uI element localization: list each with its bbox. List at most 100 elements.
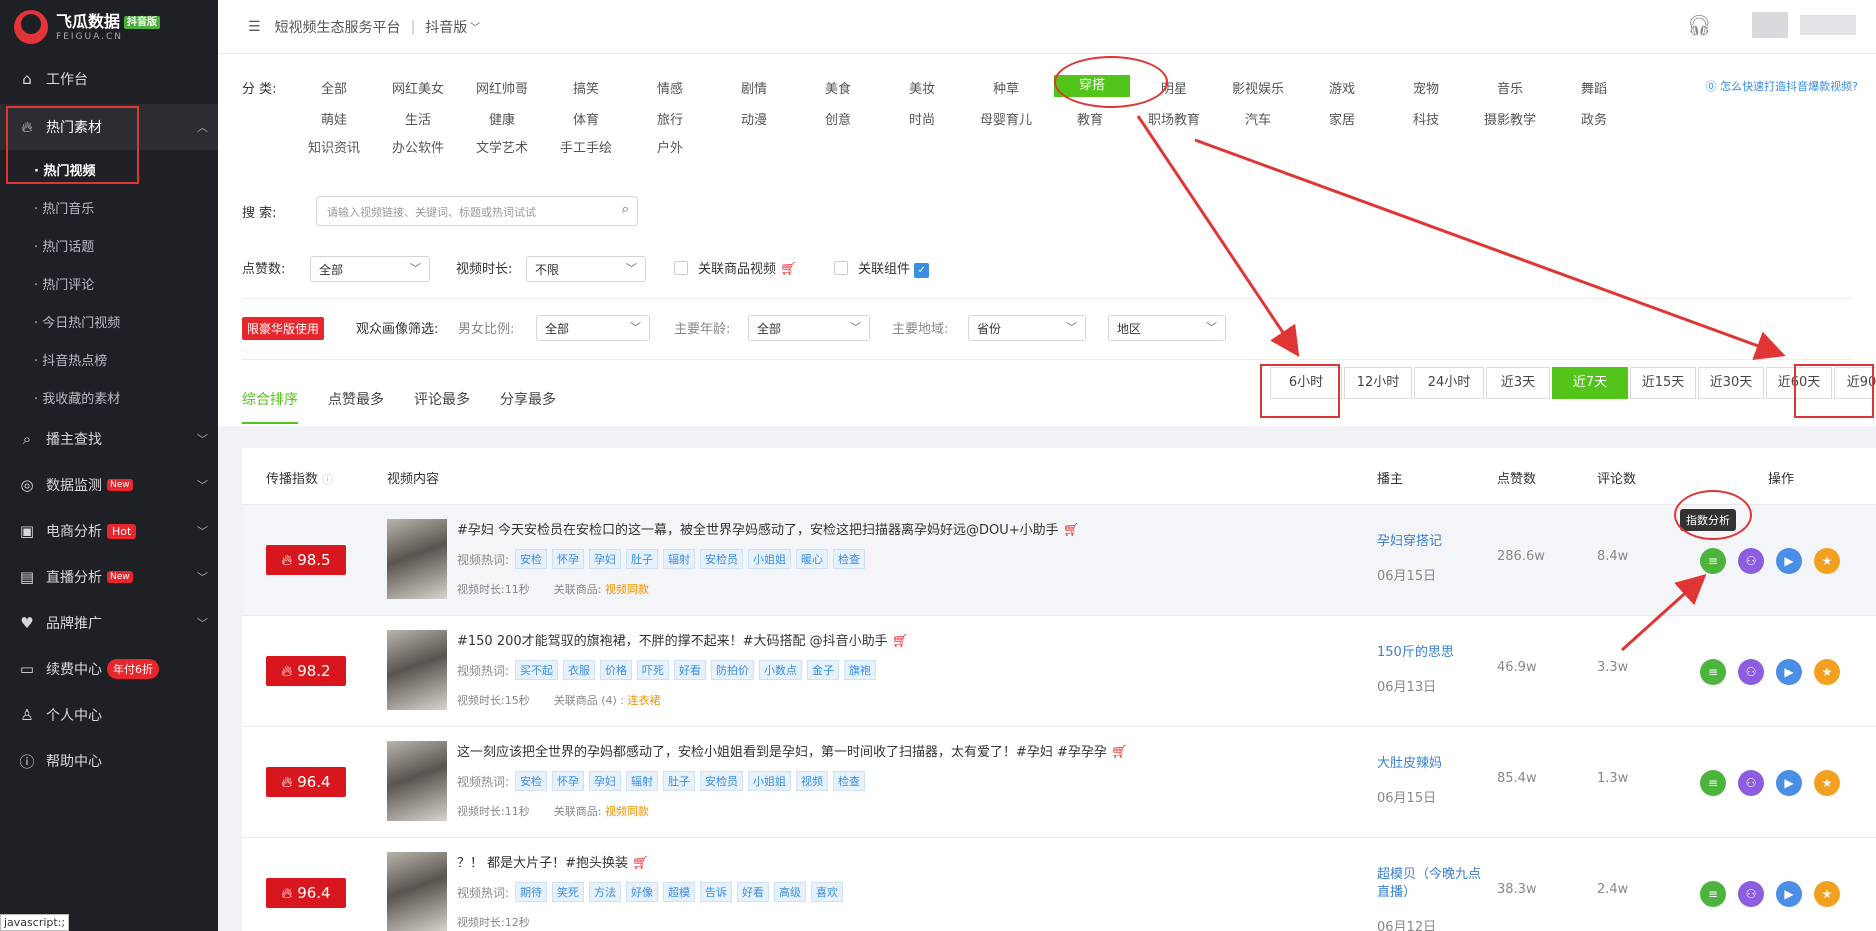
video-title[interactable]: #150 200才能驾驭的旗袍裙，不胖的撑不起来！#大码搭配 @抖音小助手 🛒︎ — [457, 630, 908, 649]
table-row[interactable]: 🔥︎ 98.5 #孕妇 今天安检员在安检口的这一幕，被全世界孕妈感动了，安检这把扫… — [242, 504, 1876, 615]
category-1-4[interactable]: 搞笑 — [550, 78, 622, 97]
sidebar-item-ecommerce[interactable]: ▣ 电商分析 Hot ﹀ — [0, 508, 218, 554]
sidebar-subitem-hot-music[interactable]: · 热门音乐 — [0, 188, 218, 226]
sidebar-subitem-hot-topic[interactable]: · 热门话题 — [0, 226, 218, 264]
keyword-tag[interactable]: 好看 — [737, 882, 770, 902]
search-icon[interactable]: ⌕ — [622, 202, 629, 217]
video-title[interactable]: 这一刻应该把全世界的孕妈都感动了，安检小姐姐看到是孕妇，第一时间收了扫描器，太有… — [457, 741, 1128, 760]
category-1-13[interactable]: 游戏 — [1306, 78, 1378, 97]
category-2-9[interactable]: 母婴育儿 — [970, 109, 1042, 128]
keyword-tag[interactable]: 检查 — [833, 771, 866, 791]
category-1-6[interactable]: 剧情 — [718, 78, 790, 97]
keyword-tag[interactable]: 期待 — [515, 882, 548, 902]
table-row[interactable]: 🔥︎ 96.4 这一刻应该把全世界的孕妈都感动了，安检小姐姐看到是孕妇，第一时间收… — [242, 726, 1876, 837]
keyword-tag[interactable]: 超模 — [663, 882, 696, 902]
sidebar-item-renewal[interactable]: ▭ 续费中心 年付6折 — [0, 646, 218, 692]
keyword-tag[interactable]: 小数点 — [759, 660, 803, 680]
keyword-tag[interactable]: 买不起 — [515, 660, 559, 680]
avatar[interactable] — [1752, 12, 1788, 38]
play-button[interactable]: ▶ — [1776, 881, 1802, 907]
keyword-tag[interactable]: 方法 — [589, 882, 622, 902]
category-1-12[interactable]: 影视娱乐 — [1222, 78, 1294, 97]
category-1-15[interactable]: 音乐 — [1474, 78, 1546, 97]
video-thumbnail[interactable] — [387, 630, 447, 710]
video-title[interactable]: ？！ 都是大片子！#抱头换装 🛒︎ — [457, 852, 649, 871]
category-2-5[interactable]: 旅行 — [634, 109, 706, 128]
video-thumbnail[interactable] — [387, 852, 447, 931]
sidebar-item-personal[interactable]: ♙ 个人中心 — [0, 692, 218, 738]
category-2-11[interactable]: 职场教育 — [1138, 109, 1210, 128]
play-button[interactable]: ▶ — [1776, 659, 1802, 685]
category-1-5[interactable]: 情感 — [634, 78, 706, 97]
category-1-3[interactable]: 网红帅哥 — [466, 78, 538, 97]
play-button[interactable]: ▶ — [1776, 548, 1802, 574]
video-title[interactable]: #孕妇 今天安检员在安检口的这一幕，被全世界孕妈感动了，安检这把扫描器离孕妈好远… — [457, 519, 1079, 538]
category-2-15[interactable]: 摄影教学 — [1474, 109, 1546, 128]
sidebar-item-data-monitor[interactable]: ◎ 数据监测 New ﹀ — [0, 462, 218, 508]
user-name[interactable] — [1800, 15, 1856, 35]
video-thumbnail[interactable] — [387, 741, 447, 821]
sidebar-item-live-analysis[interactable]: ▤ 直播分析 New ﹀ — [0, 554, 218, 600]
keyword-tag[interactable]: 肚子 — [663, 771, 696, 791]
audience-button[interactable]: ⚇ — [1738, 659, 1764, 685]
keyword-tag[interactable]: 怀孕 — [552, 771, 585, 791]
tab-most-comments[interactable]: 评论最多 — [414, 389, 470, 409]
sidebar-subitem-my-favorites[interactable]: · 我收藏的素材 — [0, 378, 218, 416]
keyword-tag[interactable]: 笑死 — [552, 882, 585, 902]
goods-link[interactable]: 视频同款 — [605, 583, 649, 596]
category-2-13[interactable]: 家居 — [1306, 109, 1378, 128]
keyword-tag[interactable]: 喜欢 — [811, 882, 844, 902]
duration-select[interactable]: 不限 ﹀ — [526, 256, 646, 282]
sidebar-item-workbench[interactable]: ⌂ 工作台 — [0, 54, 218, 104]
category-2-16[interactable]: 政务 — [1558, 109, 1630, 128]
index-analysis-button[interactable]: ≡ — [1700, 659, 1726, 685]
author-link[interactable]: 孕妇穿搭记 — [1377, 533, 1487, 551]
author-link[interactable]: 大肚皮辣妈 — [1377, 755, 1487, 773]
play-button[interactable]: ▶ — [1776, 770, 1802, 796]
keyword-tag[interactable]: 孕妇 — [589, 771, 622, 791]
index-analysis-button[interactable]: ≡ — [1700, 548, 1726, 574]
category-2-7[interactable]: 创意 — [802, 109, 874, 128]
keyword-tag[interactable]: 安检 — [515, 549, 548, 569]
keyword-tag[interactable]: 小姐姐 — [748, 771, 792, 791]
keyword-tag[interactable]: 好看 — [674, 660, 707, 680]
sidebar-subitem-douyin-hotlist[interactable]: · 抖音热点榜 — [0, 340, 218, 378]
category-3-3[interactable]: 文学艺术 — [466, 137, 538, 156]
category-1-16[interactable]: 舞蹈 — [1558, 78, 1630, 97]
category-2-3[interactable]: 健康 — [466, 109, 538, 128]
keyword-tag[interactable]: 小姐姐 — [748, 549, 792, 569]
category-1-9[interactable]: 种草 — [970, 78, 1042, 97]
age-select[interactable]: 全部 ﹀ — [748, 315, 870, 341]
category-2-4[interactable]: 体育 — [550, 109, 622, 128]
author-link[interactable]: 超模贝（今晚九点直播） — [1377, 866, 1487, 902]
category-3-2[interactable]: 办公软件 — [382, 137, 454, 156]
category-2-14[interactable]: 科技 — [1390, 109, 1462, 128]
keyword-tag[interactable]: 辐射 — [626, 771, 659, 791]
keyword-tag[interactable]: 安检员 — [700, 549, 744, 569]
category-1-1[interactable]: 全部 — [298, 78, 370, 97]
audience-button[interactable]: ⚇ — [1738, 881, 1764, 907]
video-thumbnail[interactable] — [387, 519, 447, 599]
favorite-button[interactable]: ★ — [1814, 548, 1840, 574]
keyword-tag[interactable]: 价格 — [600, 660, 633, 680]
category-2-10[interactable]: 教育 — [1054, 109, 1126, 128]
sidebar-subitem-today-hot[interactable]: · 今日热门视频 — [0, 302, 218, 340]
goods-link[interactable]: 连衣裙 — [628, 694, 661, 707]
time-range-button[interactable]: 近30天 — [1698, 367, 1764, 399]
tab-most-shares[interactable]: 分享最多 — [500, 389, 556, 409]
keyword-tag[interactable]: 安检 — [515, 771, 548, 791]
audience-button[interactable]: ⚇ — [1738, 770, 1764, 796]
category-1-8[interactable]: 美妆 — [886, 78, 958, 97]
time-range-button[interactable]: 12小时 — [1344, 367, 1412, 399]
keyword-tag[interactable]: 旗袍 — [844, 660, 877, 680]
keyword-tag[interactable]: 孕妇 — [589, 549, 622, 569]
category-2-2[interactable]: 生活 — [382, 109, 454, 128]
category-2-8[interactable]: 时尚 — [886, 109, 958, 128]
likes-select[interactable]: 全部 ﹀ — [310, 256, 430, 282]
keyword-tag[interactable]: 高级 — [774, 882, 807, 902]
time-range-button[interactable]: 24小时 — [1414, 367, 1484, 399]
keyword-tag[interactable]: 防拍价 — [711, 660, 755, 680]
keyword-tag[interactable]: 吓死 — [637, 660, 670, 680]
time-range-button[interactable]: 近7天 — [1552, 367, 1628, 399]
goods-link[interactable]: 视频同款 — [605, 805, 649, 818]
